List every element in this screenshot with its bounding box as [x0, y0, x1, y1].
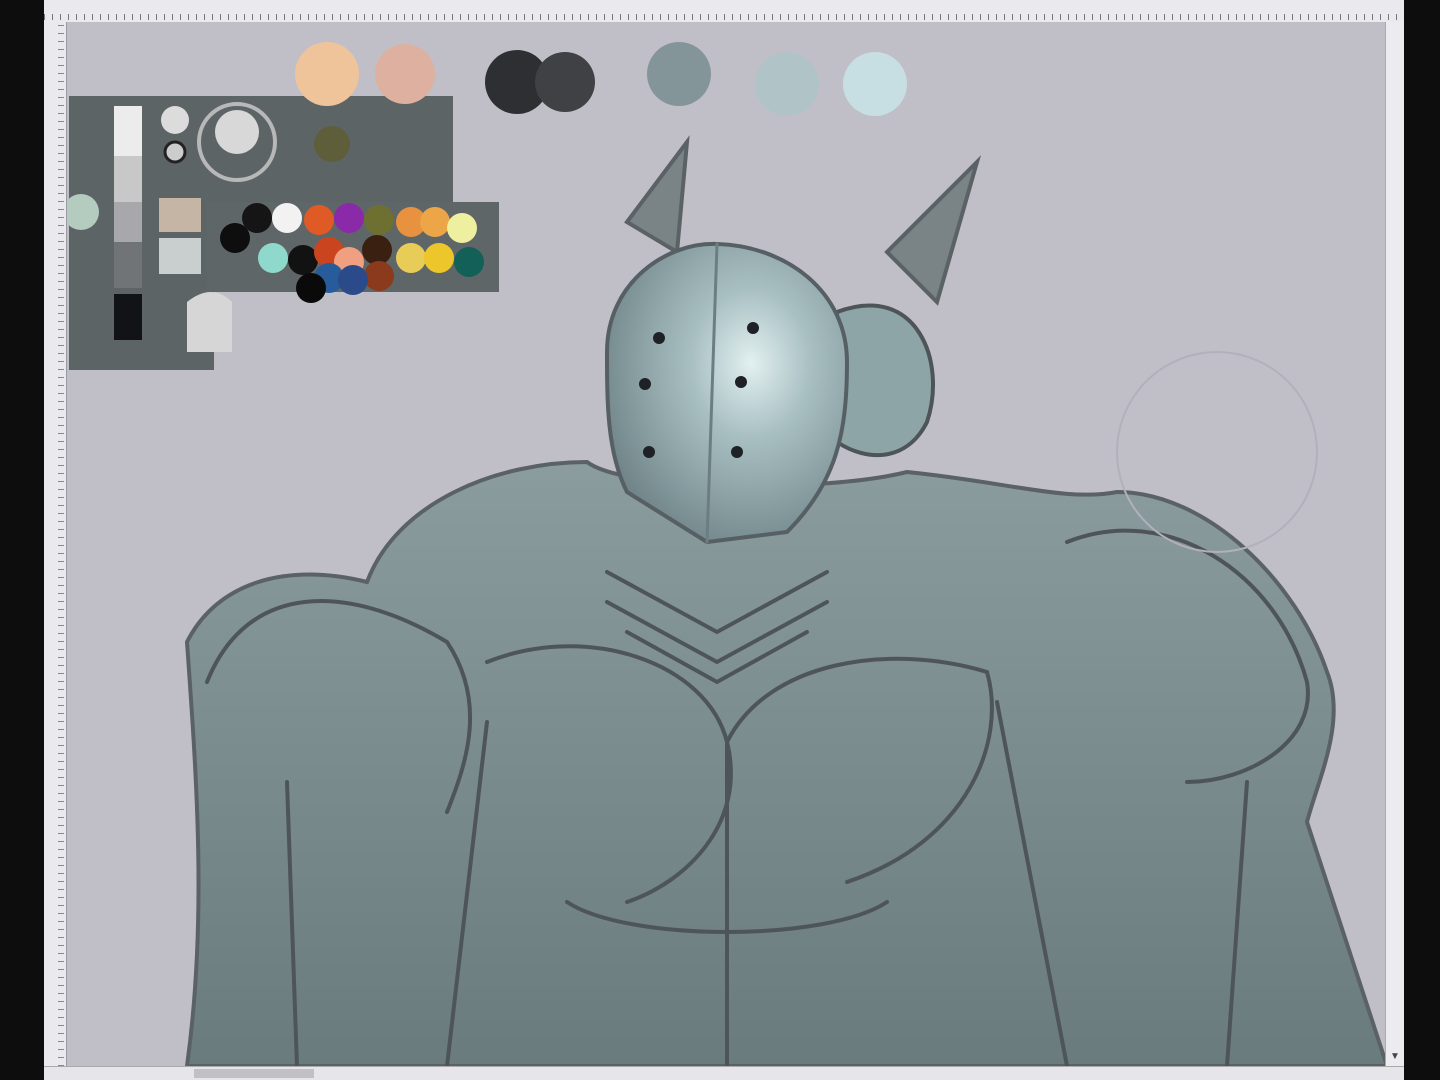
palette-color-swatch[interactable]: [242, 203, 272, 233]
palette-color-swatch[interactable]: [258, 243, 288, 273]
palette-color-swatch[interactable]: [362, 235, 392, 265]
palette-color-swatch[interactable]: [396, 243, 426, 273]
color-swatch[interactable]: [843, 52, 907, 116]
palette-color-swatch[interactable]: [364, 261, 394, 291]
palette-color-swatch[interactable]: [296, 273, 326, 303]
color-swatch[interactable]: [755, 52, 819, 116]
scroll-down-arrow-icon[interactable]: ▼: [1388, 1050, 1402, 1064]
canvas[interactable]: [67, 22, 1385, 1066]
palette-color-swatch[interactable]: [304, 205, 334, 235]
status-bar: [44, 1066, 1404, 1080]
color-swatch[interactable]: [375, 44, 435, 104]
palette-color-swatch[interactable]: [424, 243, 454, 273]
palette-color-swatch[interactable]: [454, 247, 484, 277]
horizontal-ruler[interactable]: [44, 0, 1404, 23]
palette-color-swatch[interactable]: [338, 265, 368, 295]
document-size-readout: [194, 1069, 314, 1078]
artwork: [67, 42, 1385, 1066]
screen-border-right: [1404, 0, 1440, 1080]
palette-color-swatch[interactable]: [272, 203, 302, 233]
painting-app-window: ▼: [0, 0, 1440, 1080]
palette-color-swatch[interactable]: [447, 213, 477, 243]
palette-color-swatch[interactable]: [364, 205, 394, 235]
vertical-scrollbar[interactable]: ▼: [1385, 22, 1405, 1066]
color-swatch[interactable]: [647, 42, 711, 106]
palette-color-swatch[interactable]: [420, 207, 450, 237]
palette-color-swatch[interactable]: [334, 203, 364, 233]
vertical-ruler[interactable]: [44, 22, 67, 1066]
palette-color-swatch[interactable]: [288, 245, 318, 275]
screen-border-left: [0, 0, 44, 1080]
color-swatch[interactable]: [535, 52, 595, 112]
color-swatch[interactable]: [295, 42, 359, 106]
